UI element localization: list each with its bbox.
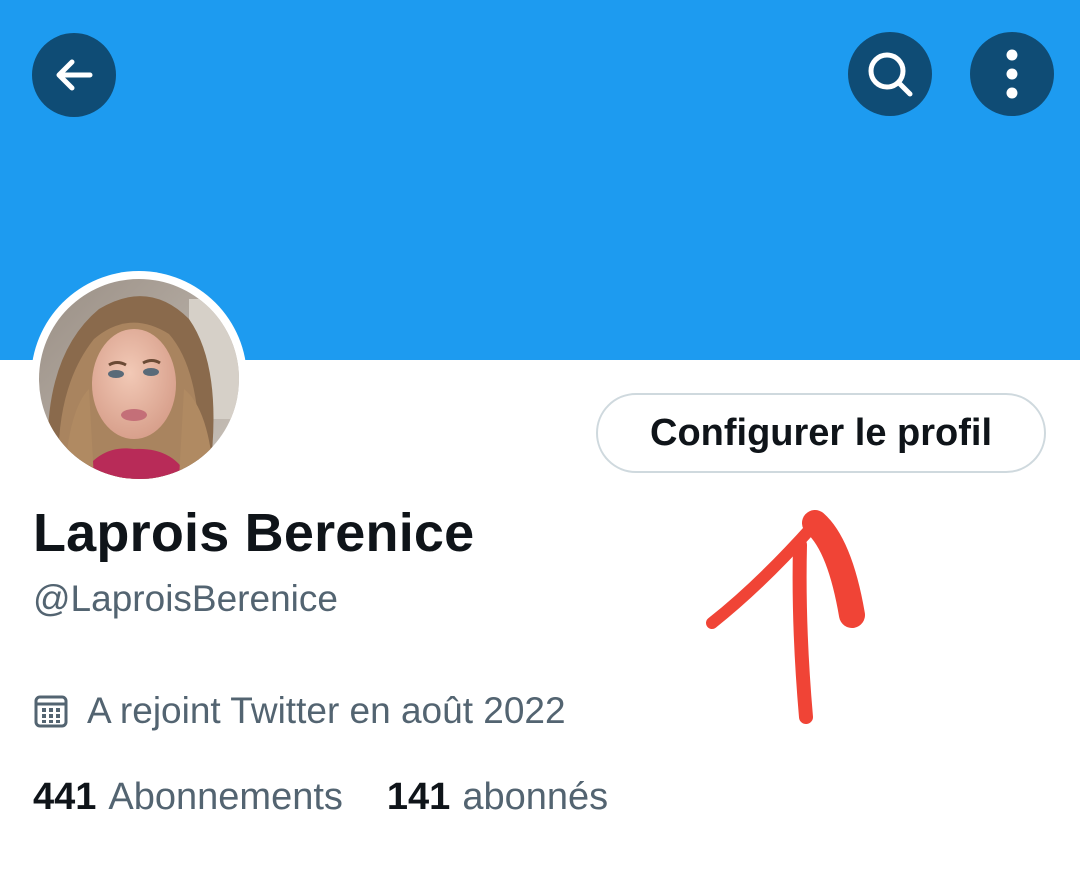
calendar-icon [34, 695, 68, 728]
avatar-frame[interactable] [31, 271, 247, 487]
edit-profile-button[interactable]: Configurer le profil [596, 393, 1046, 473]
followers-label: abonnés [462, 776, 609, 818]
joined-text: A rejoint Twitter en août 2022 [87, 690, 566, 731]
following-label: Abonnements [108, 776, 343, 818]
search-icon [868, 52, 913, 97]
back-arrow-icon [56, 59, 93, 91]
joined-date: A rejoint Twitter en août 2022 [33, 690, 566, 732]
following-link[interactable]: 441 Abonnements [33, 776, 343, 819]
back-button[interactable] [32, 33, 116, 117]
avatar[interactable] [39, 279, 239, 479]
search-button[interactable] [848, 32, 932, 116]
more-vertical-icon [1006, 49, 1018, 99]
username-handle: @LaproisBerenice [33, 578, 338, 619]
annotation-arrow [706, 510, 865, 724]
following-count: 441 [33, 776, 97, 818]
more-options-button[interactable] [970, 32, 1054, 116]
display-name: Laprois Berenice [33, 503, 475, 563]
followers-count: 141 [386, 776, 451, 818]
follow-stats: 441 Abonnements 141 abonnés [33, 776, 608, 819]
followers-link[interactable]: 141 abonnés [387, 776, 608, 819]
